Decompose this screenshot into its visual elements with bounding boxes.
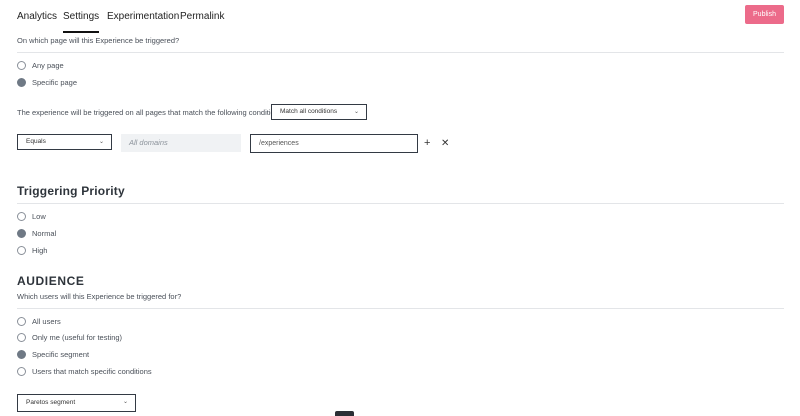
radio-circle[interactable]	[17, 333, 26, 342]
divider	[17, 52, 784, 53]
tab-settings[interactable]: Settings	[63, 11, 100, 33]
audience-heading: AUDIENCE	[17, 274, 85, 288]
radio-label: Low	[32, 212, 46, 221]
radio-only-me[interactable]: Only me (useful for testing)	[17, 332, 122, 343]
radio-priority-high[interactable]: High	[17, 245, 47, 256]
radio-circle[interactable]	[17, 212, 26, 221]
radio-priority-low[interactable]: Low	[17, 211, 46, 222]
chevron-down-icon: ⌄	[98, 139, 104, 145]
tab-bar: Analytics Settings Experimentation Perma…	[0, 0, 800, 33]
plus-icon[interactable]: +	[424, 138, 430, 149]
radio-circle[interactable]	[17, 350, 26, 359]
radio-label: Specific page	[32, 78, 78, 87]
select-value: Match all conditions	[280, 108, 338, 115]
path-input[interactable]: /experiences	[250, 134, 418, 153]
radio-label: All users	[32, 317, 61, 326]
publish-button[interactable]: Publish	[745, 5, 784, 24]
radio-circle[interactable]	[17, 367, 26, 376]
segment-select[interactable]: Paretos segment ⌄	[17, 394, 136, 412]
priority-heading: Triggering Priority	[17, 184, 125, 198]
radio-priority-normal[interactable]: Normal	[17, 228, 56, 239]
radio-label: Users that match specific conditions	[32, 367, 152, 376]
select-value: Paretos segment	[26, 399, 76, 406]
radio-circle[interactable]	[17, 246, 26, 255]
radio-circle[interactable]	[17, 78, 26, 87]
tab-experimentation[interactable]: Experimentation	[107, 11, 179, 22]
radio-label: High	[32, 246, 48, 255]
radio-label: Normal	[32, 229, 57, 238]
chevron-down-icon: ⌄	[353, 109, 359, 115]
radio-any-page[interactable]: Any page	[17, 60, 64, 71]
radio-label: Only me (useful for testing)	[32, 333, 123, 342]
divider	[17, 308, 784, 309]
tab-analytics[interactable]: Analytics	[17, 11, 57, 22]
radio-circle[interactable]	[17, 61, 26, 70]
audience-question: Which users will this Experience be trig…	[17, 292, 182, 301]
divider	[17, 203, 784, 204]
radio-all-users[interactable]: All users	[17, 316, 61, 327]
match-conditions-select[interactable]: Match all conditions ⌄	[271, 104, 367, 120]
radio-circle[interactable]	[17, 229, 26, 238]
radio-specific-conditions[interactable]: Users that match specific conditions	[17, 366, 152, 377]
chevron-down-icon: ⌄	[122, 399, 128, 405]
close-icon[interactable]: ✕	[441, 138, 449, 149]
scroll-down-handle[interactable]	[335, 411, 354, 416]
operator-select[interactable]: Equals ⌄	[17, 134, 112, 150]
domain-input[interactable]: All domains	[121, 134, 241, 152]
radio-circle[interactable]	[17, 317, 26, 326]
radio-specific-segment[interactable]: Specific segment	[17, 349, 89, 360]
radio-label: Any page	[32, 61, 64, 70]
radio-label: Specific segment	[32, 350, 90, 359]
trigger-question: On which page will this Experience be tr…	[17, 36, 180, 45]
conditions-text: The experience will be triggered on all …	[17, 108, 287, 117]
tab-permalink[interactable]: Permalink	[180, 11, 224, 22]
radio-specific-page[interactable]: Specific page	[17, 77, 77, 88]
select-value: Equals	[26, 138, 46, 145]
